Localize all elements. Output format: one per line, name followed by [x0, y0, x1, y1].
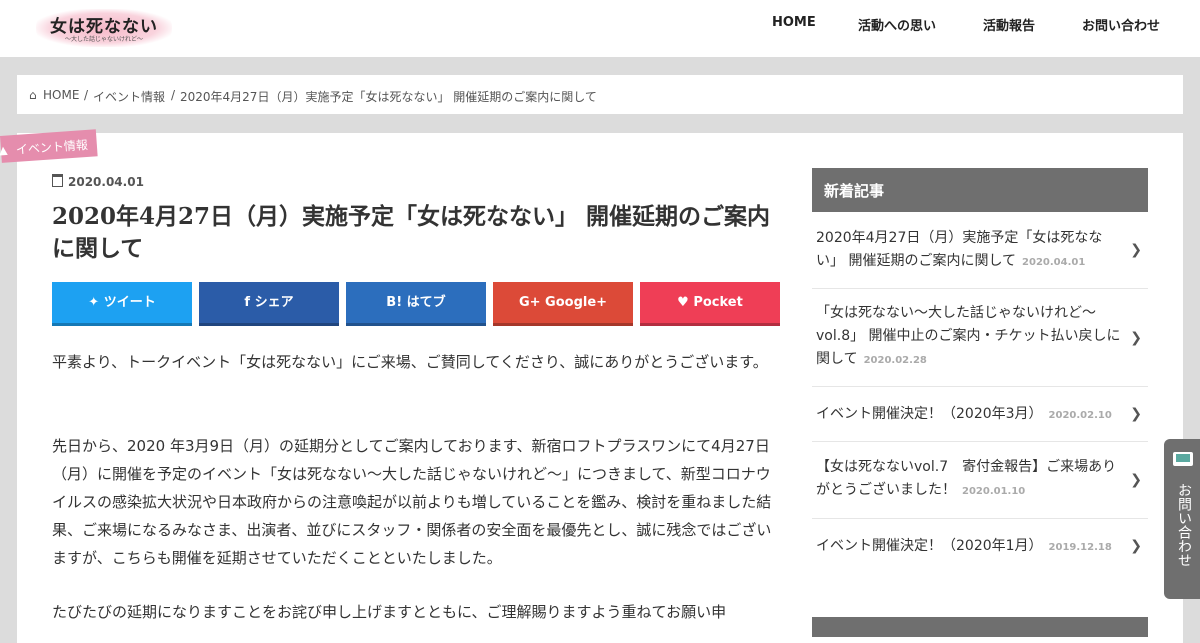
calendar-icon: [52, 174, 63, 187]
sidebar-post-date: 2020.01.10: [962, 486, 1026, 497]
nav-contact[interactable]: お問い合わせ: [1082, 15, 1160, 34]
mail-icon: [1173, 452, 1193, 466]
sidebar-post-date: 2020.02.10: [1048, 410, 1112, 421]
sidebar-post-item[interactable]: イベント開催決定！（2020年1月） 2019.12.18 ❯: [812, 519, 1148, 575]
folder-icon: ▲: [0, 143, 8, 158]
share-facebook-button[interactable]: f シェア: [199, 282, 339, 326]
breadcrumb-separator: /: [171, 88, 176, 102]
sidebar-heading: 新着記事: [812, 168, 1148, 212]
post-date: 2020.04.01: [52, 174, 144, 189]
breadcrumb: ⌂ HOME / イベント情報 / 2020年4月27日（月）実施予定「女は死な…: [17, 75, 1183, 114]
breadcrumb-current: 2020年4月27日（月）実施予定「女は死なない」 開催延期のご案内に関して: [180, 90, 597, 104]
sidebar-post-date: 2019.12.18: [1048, 542, 1112, 553]
share-pocket-label: Pocket: [693, 295, 743, 310]
home-icon: ⌂: [29, 88, 37, 102]
sidebar-post-title: イベント開催決定！（2020年1月） 2019.12.18: [816, 538, 1112, 554]
chevron-right-icon: ❯: [1130, 330, 1142, 346]
contact-floating-tab[interactable]: お問い合わせ: [1164, 439, 1200, 599]
sidebar-post-item[interactable]: 2020年4月27日（月）実施予定「女は死なない」 開催延期のご案内に関して 20…: [812, 212, 1148, 289]
sidebar-post-item[interactable]: イベント開催決定！（2020年3月） 2020.02.10 ❯: [812, 387, 1148, 442]
share-google-button[interactable]: G+ Google+: [493, 282, 633, 326]
nav-reports[interactable]: 活動報告: [983, 15, 1035, 34]
chevron-right-icon: ❯: [1130, 472, 1142, 488]
share-pocket-button[interactable]: ♥ Pocket: [640, 282, 780, 326]
twitter-icon: ✦: [88, 295, 100, 310]
sidebar-heading-next: [812, 617, 1148, 637]
google-plus-icon: G+: [518, 295, 541, 310]
article-paragraph: 平素より、トークイベント「女は死なない」にご来場、ご賛同してくださり、誠にありが…: [52, 353, 768, 371]
pocket-icon: ♥: [677, 295, 689, 310]
sidebar-post-date: 2020.02.28: [863, 355, 927, 366]
share-twitter-button[interactable]: ✦ ツイート: [52, 282, 192, 326]
hatena-icon: B!: [386, 295, 403, 310]
nav-thoughts[interactable]: 活動への思い: [858, 15, 936, 34]
article-title: 2020年4月27日（月）実施予定「女は死なない」 開催延期のご案内に関して: [52, 203, 771, 262]
share-facebook-label: シェア: [254, 295, 294, 310]
logo-subtitle: 〜大した話じゃないけれど〜: [64, 36, 143, 43]
sidebar-post-title: 2020年4月27日（月）実施予定「女は死なない」 開催延期のご案内に関して 20…: [816, 230, 1103, 269]
post-date-text: 2020.04.01: [68, 175, 144, 189]
site-header: 女は死なない 〜大した話じゃないけれど〜 HOME 活動への思い 活動報告 お問…: [0, 0, 1200, 57]
share-hatena-label: はてブ: [406, 295, 446, 310]
article-paragraph: たびたびの延期になりますことをお詫び申し上げますとともに、ご理解賜りますよう重ね…: [52, 603, 727, 621]
chevron-right-icon: ❯: [1130, 538, 1142, 554]
breadcrumb-category[interactable]: イベント情報: [93, 88, 165, 105]
sidebar-post-item[interactable]: 「女は死なない〜大した話じゃないけれど〜vol.8」 開催中止のご案内・チケット…: [812, 289, 1148, 387]
sidebar-post-item[interactable]: 【女は死なないvol.7 寄付金報告】ご来場ありがとうございました！ 2020.0…: [812, 442, 1148, 519]
sidebar-post-date: 2020.04.01: [1022, 257, 1086, 268]
category-label: イベント情報: [15, 137, 89, 157]
chevron-right-icon: ❯: [1130, 406, 1142, 422]
sidebar-heading-text: 新着記事: [824, 182, 885, 200]
site-logo[interactable]: 女は死なない 〜大した話じゃないけれど〜: [36, 9, 172, 47]
share-twitter-label: ツイート: [103, 295, 156, 310]
breadcrumb-separator: /: [84, 88, 89, 102]
chevron-right-icon: ❯: [1130, 242, 1142, 258]
sidebar-post-title: 【女は死なないvol.7 寄付金報告】ご来場ありがとうございました！ 2020.0…: [816, 459, 1117, 498]
sidebar-post-title: イベント開催決定！（2020年3月） 2020.02.10: [816, 406, 1112, 422]
facebook-icon: f: [244, 295, 251, 310]
breadcrumb-home[interactable]: HOME: [43, 88, 79, 102]
share-hatena-button[interactable]: B! はてブ: [346, 282, 486, 326]
share-google-label: Google+: [545, 295, 608, 310]
nav-home[interactable]: HOME: [772, 15, 816, 30]
contact-tab-label: お問い合わせ: [1176, 483, 1192, 567]
sidebar-post-title: 「女は死なない〜大した話じゃないけれど〜vol.8」 開催中止のご案内・チケット…: [816, 305, 1121, 367]
article-paragraph: 先日から、2020 年3月9日（月）の延期分としてご案内しております、新宿ロフト…: [52, 437, 772, 567]
